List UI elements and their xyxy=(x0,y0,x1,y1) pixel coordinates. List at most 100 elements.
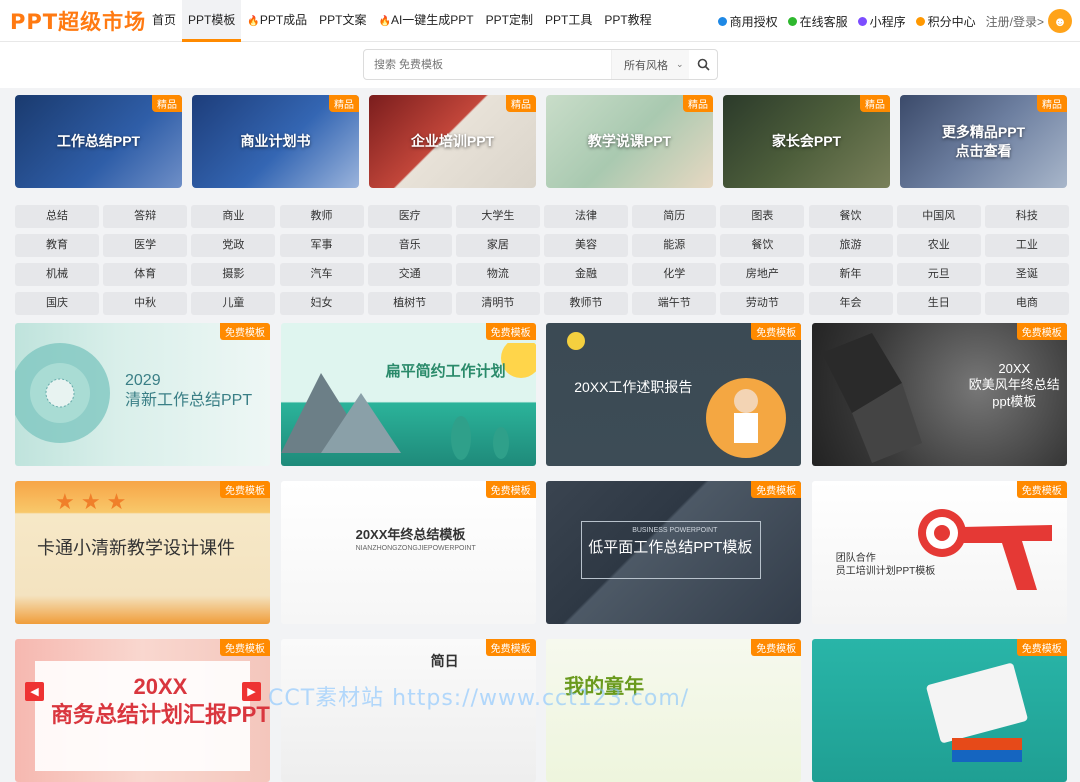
nav-item-7[interactable]: PPT教程 xyxy=(598,0,657,42)
category-tag[interactable]: 金融 xyxy=(544,263,629,286)
template-card[interactable]: 免费模板 低平面工作总结PPT模板 BUSINESS POWERPOINT xyxy=(546,481,802,624)
category-tag[interactable]: 教师节 xyxy=(544,292,629,315)
category-tag[interactable]: 商业 xyxy=(191,205,276,228)
category-tag[interactable]: 军事 xyxy=(279,234,364,257)
category-tag[interactable]: 摄影 xyxy=(191,263,276,286)
category-tag[interactable]: 能源 xyxy=(632,234,717,257)
category-tag[interactable]: 端午节 xyxy=(632,292,717,315)
category-tag[interactable]: 党政 xyxy=(191,234,276,257)
featured-banner-3[interactable]: 精品 教学说课PPT xyxy=(546,95,713,188)
card-title: 卡通小清新教学设计课件 xyxy=(37,538,235,558)
search-input[interactable] xyxy=(364,50,611,79)
category-tag[interactable]: 电商 xyxy=(984,292,1069,315)
login-link[interactable]: 注册/登录> xyxy=(986,13,1044,30)
category-tag[interactable]: 圣诞 xyxy=(984,263,1069,286)
template-card[interactable]: 免费模板 扁平简约工作计划 xyxy=(280,323,536,466)
category-tag[interactable]: 家居 xyxy=(455,234,540,257)
banner-title: 家长会PPT xyxy=(771,133,842,149)
category-tag[interactable]: 植树节 xyxy=(367,292,452,315)
category-tag[interactable]: 美容 xyxy=(544,234,629,257)
nav-item-6[interactable]: PPT工具 xyxy=(539,0,598,42)
template-card[interactable]: 免费模板 2029 清新工作总结PPT xyxy=(15,323,270,466)
category-tag[interactable]: 中国风 xyxy=(896,205,981,228)
category-tag[interactable]: 妇女 xyxy=(279,292,364,315)
template-card[interactable]: 免费模板 20XX 欧美风年终总结ppt模板 xyxy=(811,323,1067,466)
category-tag[interactable]: 科技 xyxy=(984,205,1069,228)
free-badge: 免费模板 xyxy=(751,323,802,340)
category-tag[interactable]: 化学 xyxy=(632,263,717,286)
category-tag[interactable]: 法律 xyxy=(544,205,629,228)
featured-banner-2[interactable]: 精品 企业培训PPT xyxy=(369,95,536,188)
category-tag[interactable]: 中秋 xyxy=(103,292,188,315)
category-tag[interactable]: 医学 xyxy=(103,234,188,257)
card-title: 20XX工作述职报告 xyxy=(574,379,693,395)
flower-illustration xyxy=(15,343,110,443)
category-tag[interactable]: 医疗 xyxy=(367,205,452,228)
category-tag[interactable]: 新年 xyxy=(808,263,893,286)
category-tag[interactable]: 音乐 xyxy=(367,234,452,257)
category-tag[interactable]: 旅游 xyxy=(808,234,893,257)
template-card[interactable]: 免费模板 xyxy=(811,639,1067,782)
nav-item-1[interactable]: PPT模板 xyxy=(182,0,242,42)
site-logo[interactable]: PPT超级市场 xyxy=(10,6,146,36)
category-tag[interactable]: 年会 xyxy=(808,292,893,315)
free-badge: 免费模板 xyxy=(1016,639,1067,656)
category-tag[interactable]: 物流 xyxy=(455,263,540,286)
category-tag[interactable]: 汽车 xyxy=(279,263,364,286)
category-tag[interactable]: 答辩 xyxy=(103,205,188,228)
category-tag[interactable]: 餐饮 xyxy=(720,234,805,257)
category-tag[interactable]: 房地产 xyxy=(720,263,805,286)
cubes-illustration xyxy=(821,333,922,463)
free-badge: 免费模板 xyxy=(485,481,536,498)
category-tag[interactable]: 餐饮 xyxy=(808,205,893,228)
template-card[interactable]: 免费模板 20XX工作述职报告 xyxy=(546,323,802,466)
category-tag[interactable]: 图表 xyxy=(720,205,805,228)
nav-item-5[interactable]: PPT定制 xyxy=(480,0,539,42)
category-tag[interactable]: 儿童 xyxy=(191,292,276,315)
category-tag[interactable]: 教师 xyxy=(279,205,364,228)
template-card[interactable]: 免费模板 卡通小清新教学设计课件 ★ ★ ★ xyxy=(15,481,270,624)
category-tag[interactable]: 大学生 xyxy=(455,205,540,228)
premium-badge: 精品 xyxy=(506,95,536,112)
featured-banner-1[interactable]: 精品 商业计划书 xyxy=(192,95,359,188)
category-tag[interactable]: 元旦 xyxy=(896,263,981,286)
carousel-next-button[interactable]: ▶ xyxy=(242,682,261,701)
nav-item-3[interactable]: PPT文案 xyxy=(313,0,372,42)
category-tag[interactable]: 教育 xyxy=(15,234,99,257)
category-tag[interactable]: 交通 xyxy=(367,263,452,286)
style-select-label: 所有风格 xyxy=(624,59,668,72)
featured-banner-0[interactable]: 精品 工作总结PPT xyxy=(15,95,182,188)
carousel-prev-button[interactable]: ◀ xyxy=(25,682,44,701)
category-tag[interactable]: 体育 xyxy=(103,263,188,286)
category-tag[interactable]: 生日 xyxy=(896,292,981,315)
search-button[interactable] xyxy=(689,50,717,79)
featured-banner-4[interactable]: 精品 家长会PPT xyxy=(723,95,890,188)
header-link-1[interactable]: 在线客服 xyxy=(787,13,848,30)
category-tag[interactable]: 国庆 xyxy=(15,292,99,315)
category-tag[interactable]: 农业 xyxy=(896,234,981,257)
nav-item-4[interactable]: 🔥AI一键生成PPT xyxy=(373,0,480,42)
nav-item-label: PPT定制 xyxy=(485,13,533,27)
shield-icon xyxy=(717,16,727,26)
nav-item-2[interactable]: 🔥PPT成品 xyxy=(241,0,313,42)
premium-badge: 精品 xyxy=(329,95,359,112)
category-tag[interactable]: 清明节 xyxy=(455,292,540,315)
category-tag[interactable]: 工业 xyxy=(984,234,1069,257)
nav-item-label: 首页 xyxy=(152,13,177,27)
header-link-3[interactable]: 积分中心 xyxy=(915,13,976,30)
header-link-2[interactable]: 小程序 xyxy=(857,13,906,30)
category-tag[interactable]: 总结 xyxy=(15,205,99,228)
template-card[interactable]: 免费模板 团队合作 员工培训计划PPT模板 xyxy=(811,481,1067,624)
category-tag[interactable]: 简历 xyxy=(632,205,717,228)
nav-item-0[interactable]: 首页 xyxy=(146,0,182,42)
free-badge: 免费模板 xyxy=(485,323,536,340)
featured-banner-5[interactable]: 精品 更多精品PPT 点击查看 xyxy=(900,95,1067,188)
style-select[interactable]: 所有风格 ⌄ xyxy=(611,50,689,79)
category-tag[interactable]: 劳动节 xyxy=(720,292,805,315)
category-tag[interactable]: 机械 xyxy=(15,263,99,286)
avatar[interactable]: ☻ xyxy=(1048,9,1072,33)
header-link-0[interactable]: 商用授权 xyxy=(717,13,778,30)
template-card[interactable]: 免费模板 20XX 商务总结计划汇报PPT xyxy=(15,639,270,782)
search-bar: 所有风格 ⌄ xyxy=(0,42,1080,88)
template-card[interactable]: 免费模板 20XX年终总结模板 NIANZHONGZONGJIEPOWERPOINT xyxy=(280,481,536,624)
